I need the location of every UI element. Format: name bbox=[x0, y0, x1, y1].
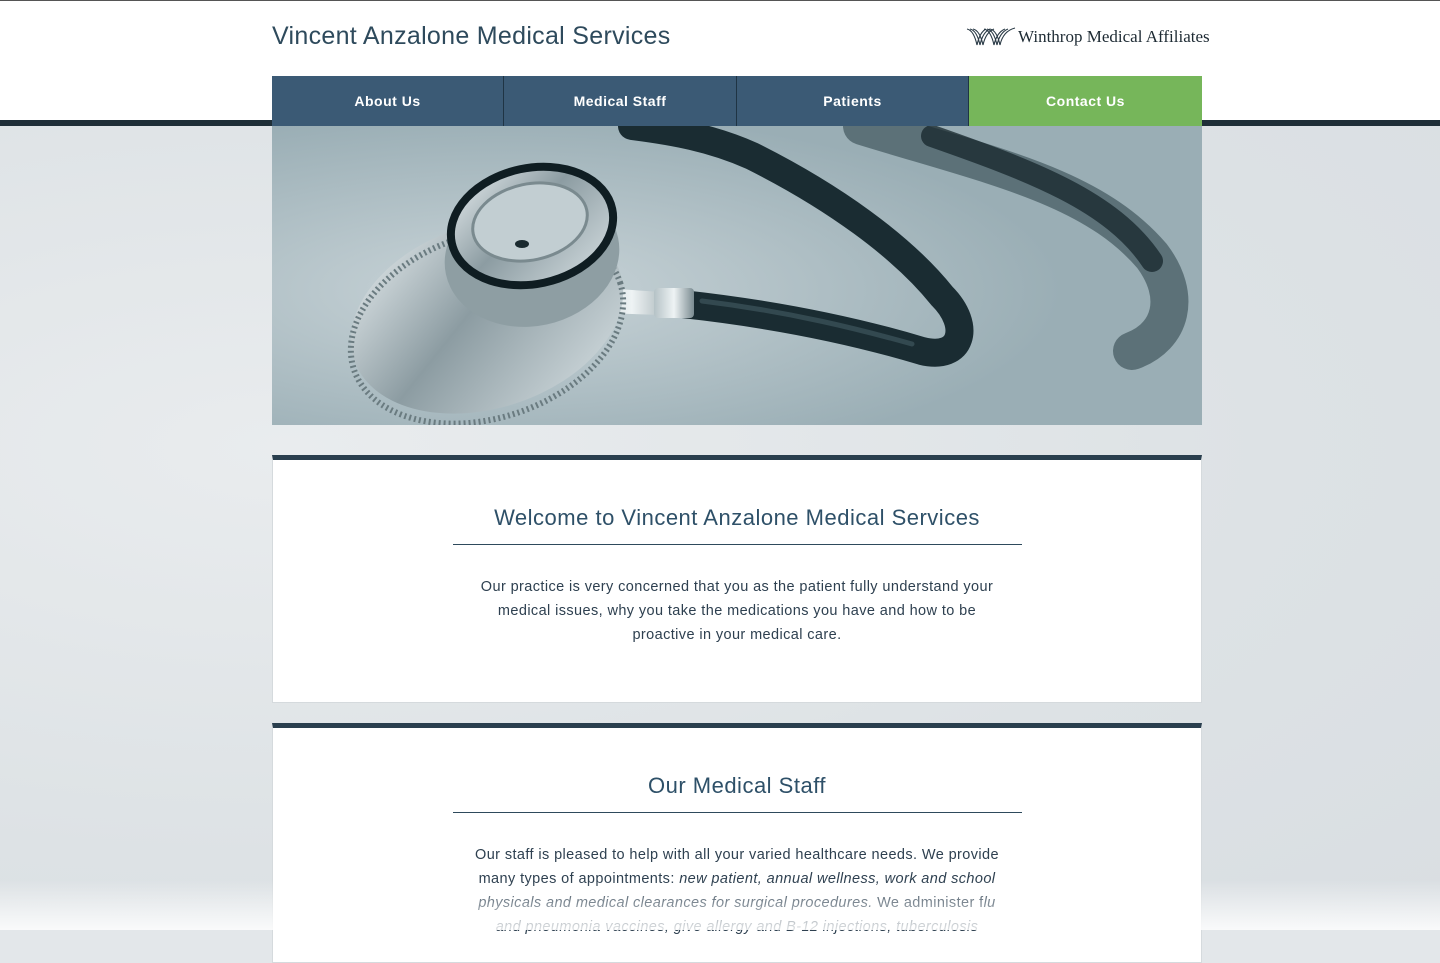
partner-logo[interactable]: Winthrop Medical Affiliates bbox=[966, 26, 1210, 48]
stem-collar bbox=[654, 288, 694, 318]
medical-staff-text-middle: We administer f bbox=[872, 895, 984, 911]
partner-name: Winthrop Medical Affiliates bbox=[1018, 27, 1210, 46]
stethoscope-image bbox=[272, 126, 1202, 425]
welcome-text: Our practice is very concerned that you … bbox=[480, 579, 994, 643]
bell-hole bbox=[515, 240, 529, 248]
site-title[interactable]: Vincent Anzalone Medical Services bbox=[272, 22, 671, 51]
main-nav: About Us Medical Staff Patients Contact … bbox=[272, 76, 1202, 126]
hero-banner bbox=[272, 126, 1202, 425]
winthrop-wave-logo-icon bbox=[966, 27, 1016, 46]
nav-contact-us[interactable]: Contact Us bbox=[969, 76, 1202, 126]
nav-medical-staff[interactable]: Medical Staff bbox=[504, 76, 737, 126]
welcome-section: Welcome to Vincent Anzalone Medical Serv… bbox=[272, 455, 1202, 703]
medical-staff-section: Our Medical Staff Our staff is pleased t… bbox=[272, 723, 1202, 963]
welcome-title-rule bbox=[453, 544, 1022, 545]
medical-staff-text: Our staff is pleased to help with all yo… bbox=[473, 843, 1001, 939]
welcome-title: Welcome to Vincent Anzalone Medical Serv… bbox=[494, 505, 980, 530]
nav-about-us[interactable]: About Us bbox=[272, 76, 504, 126]
nav-patients[interactable]: Patients bbox=[737, 76, 969, 126]
medical-staff-title: Our Medical Staff bbox=[647, 773, 827, 798]
medical-staff-title-rule bbox=[453, 812, 1022, 813]
